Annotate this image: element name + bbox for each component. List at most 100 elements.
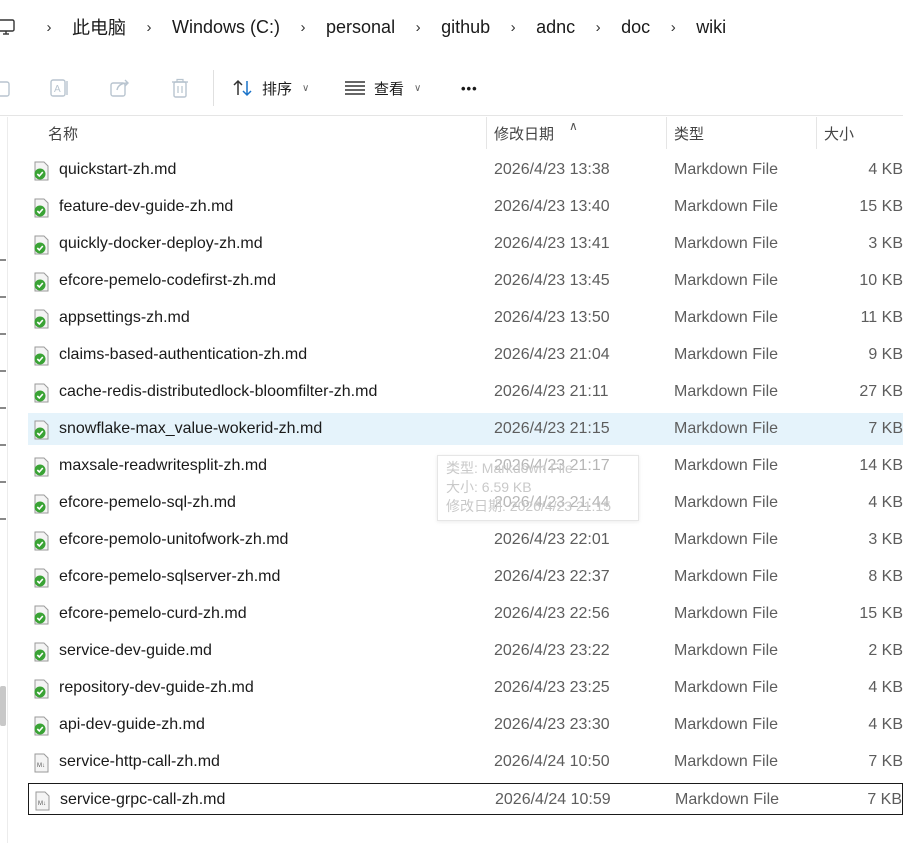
this-pc-icon[interactable] — [0, 17, 16, 37]
file-row[interactable]: cache-redis-distributedlock-bloomfilter-… — [28, 376, 903, 408]
rename-button[interactable]: A — [47, 75, 73, 101]
markdown-file-synced-icon — [34, 198, 49, 218]
file-row[interactable]: M↓ service-http-call-zh.md 2026/4/24 10:50… — [28, 746, 903, 778]
file-name: feature-dev-guide-zh.md — [59, 198, 234, 215]
view-button[interactable]: 查看 ∨ — [344, 72, 421, 104]
share-icon — [110, 79, 129, 97]
file-modified-date: 2026/4/23 13:50 — [494, 309, 610, 326]
file-modified-date: 2026/4/24 10:59 — [495, 791, 611, 808]
breadcrumb-item-doc[interactable]: doc — [609, 17, 662, 38]
file-size: 10 KB — [859, 272, 903, 289]
file-type: Markdown File — [674, 679, 779, 696]
file-row[interactable]: api-dev-guide-zh.md 2026/4/23 23:30 Markdo… — [28, 709, 903, 741]
file-type: Markdown File — [674, 568, 779, 585]
file-size: 7 KB — [868, 420, 903, 437]
file-name: snowflake-max_value-wokerid-zh.md — [59, 420, 323, 437]
file-name: efcore-pemelo-sql-zh.md — [59, 494, 236, 511]
file-type: Markdown File — [674, 753, 779, 770]
breadcrumb: › 此电脑 › Windows (C:) › personal › github… — [38, 0, 738, 54]
column-resize-handle[interactable] — [486, 117, 487, 149]
file-modified-date: 2026/4/23 22:56 — [494, 605, 610, 622]
file-type: Markdown File — [674, 605, 779, 622]
column-header-row: 名称 ∧ 修改日期 类型 大小 — [0, 117, 903, 149]
markdown-file-synced-icon — [34, 235, 49, 255]
breadcrumb-item-drive[interactable]: Windows (C:) — [160, 17, 292, 38]
column-resize-handle[interactable] — [666, 117, 667, 149]
file-size: 27 KB — [859, 383, 903, 400]
address-bar[interactable]: › 此电脑 › Windows (C:) › personal › github… — [0, 0, 903, 54]
column-resize-handle[interactable] — [816, 117, 817, 149]
markdown-file-synced-icon — [34, 531, 49, 551]
file-row[interactable]: efcore-pemelo-curd-zh.md 2026/4/23 22:56 M… — [28, 598, 903, 630]
file-type: Markdown File — [674, 494, 779, 511]
column-header-type[interactable]: 类型 — [674, 123, 704, 144]
markdown-file-synced-icon — [34, 605, 49, 625]
breadcrumb-item-this-pc[interactable]: 此电脑 — [60, 14, 138, 40]
copy-icon — [0, 81, 10, 97]
file-row[interactable]: appsettings-zh.md 2026/4/23 13:50 Markdown… — [28, 302, 903, 334]
file-size: 9 KB — [868, 346, 903, 363]
markdown-file-synced-icon — [34, 420, 49, 440]
file-modified-date: 2026/4/23 23:22 — [494, 642, 610, 659]
file-name: api-dev-guide-zh.md — [59, 716, 205, 733]
breadcrumb-item-wiki[interactable]: wiki — [684, 17, 738, 38]
chevron-right-icon[interactable]: › — [502, 19, 524, 36]
file-row[interactable]: efcore-pemelo-codefirst-zh.md 2026/4/23 1… — [28, 265, 903, 297]
file-row[interactable]: snowflake-max_value-wokerid-zh.md 2026/4/… — [28, 413, 903, 445]
chevron-right-icon[interactable]: › — [292, 19, 314, 36]
file-row[interactable]: feature-dev-guide-zh.md 2026/4/23 13:40 Ma… — [28, 191, 903, 223]
file-modified-date: 2026/4/23 13:38 — [494, 161, 610, 178]
view-label: 查看 — [374, 80, 405, 98]
file-row[interactable]: efcore-pemelo-sql-zh.md 2026/4/23 21:44 Ma… — [28, 487, 903, 519]
file-row[interactable]: efcore-pemolo-unitofwork-zh.md 2026/4/23 … — [28, 524, 903, 556]
more-options-button[interactable]: ••• — [461, 72, 478, 104]
file-modified-date: 2026/4/24 10:50 — [494, 753, 610, 770]
chevron-right-icon[interactable]: › — [587, 19, 609, 36]
nav-pane-marker — [0, 518, 6, 520]
column-header-date[interactable]: 修改日期 — [494, 123, 554, 144]
file-size: 11 KB — [860, 309, 903, 326]
file-row[interactable]: quickstart-zh.md 2026/4/23 13:38 Markdown … — [28, 154, 903, 186]
file-modified-date: 2026/4/23 21:11 — [494, 383, 609, 400]
sort-button[interactable]: 排序 ∨ — [232, 72, 309, 104]
svg-text:A: A — [54, 84, 61, 95]
toolbar-divider — [213, 70, 214, 106]
file-size: 7 KB — [868, 753, 903, 770]
breadcrumb-item-adnc[interactable]: adnc — [524, 17, 587, 38]
file-name: quickstart-zh.md — [59, 161, 177, 178]
breadcrumb-item-github[interactable]: github — [429, 17, 502, 38]
markdown-file-icon: M↓ — [34, 753, 49, 773]
file-type: Markdown File — [674, 531, 779, 548]
file-size: 8 KB — [868, 568, 903, 585]
file-row[interactable]: quickly-docker-deploy-zh.md 2026/4/23 13:… — [28, 228, 903, 260]
chevron-right-icon[interactable]: › — [662, 19, 684, 36]
file-size: 14 KB — [859, 457, 903, 474]
copy-button[interactable] — [0, 75, 18, 101]
more-icon: ••• — [461, 80, 478, 96]
chevron-right-icon[interactable]: › — [138, 19, 160, 36]
file-modified-date: 2026/4/23 22:01 — [494, 531, 610, 548]
nav-pane-scrollbar[interactable] — [0, 686, 6, 726]
view-list-icon — [345, 81, 365, 95]
column-header-size[interactable]: 大小 — [824, 123, 854, 144]
file-row[interactable]: service-dev-guide.md 2026/4/23 23:22 Markd… — [28, 635, 903, 667]
column-header-name[interactable]: 名称 — [48, 123, 78, 144]
file-modified-date: 2026/4/23 13:41 — [494, 235, 610, 252]
markdown-file-synced-icon — [34, 272, 49, 292]
markdown-file-synced-icon — [34, 568, 49, 588]
share-button[interactable] — [107, 75, 133, 101]
delete-button[interactable] — [167, 75, 193, 101]
breadcrumb-item-personal[interactable]: personal — [314, 17, 407, 38]
file-type: Markdown File — [674, 235, 779, 252]
file-row[interactable]: maxsale-readwritesplit-zh.md 2026/4/23 21… — [28, 450, 903, 482]
file-row[interactable]: efcore-pemelo-sqlserver-zh.md 2026/4/23 2… — [28, 561, 903, 593]
file-name: service-dev-guide.md — [59, 642, 212, 659]
file-modified-date: 2026/4/23 21:17 — [494, 457, 610, 474]
chevron-right-icon[interactable]: › — [407, 19, 429, 36]
file-name: efcore-pemelo-curd-zh.md — [59, 605, 247, 622]
chevron-right-icon[interactable]: › — [38, 19, 60, 36]
file-row[interactable]: claims-based-authentication-zh.md 2026/4/… — [28, 339, 903, 371]
file-type: Markdown File — [674, 346, 779, 363]
file-row[interactable]: M↓ service-grpc-call-zh.md 2026/4/24 10:59… — [28, 783, 903, 815]
file-row[interactable]: repository-dev-guide-zh.md 2026/4/23 23:2… — [28, 672, 903, 704]
